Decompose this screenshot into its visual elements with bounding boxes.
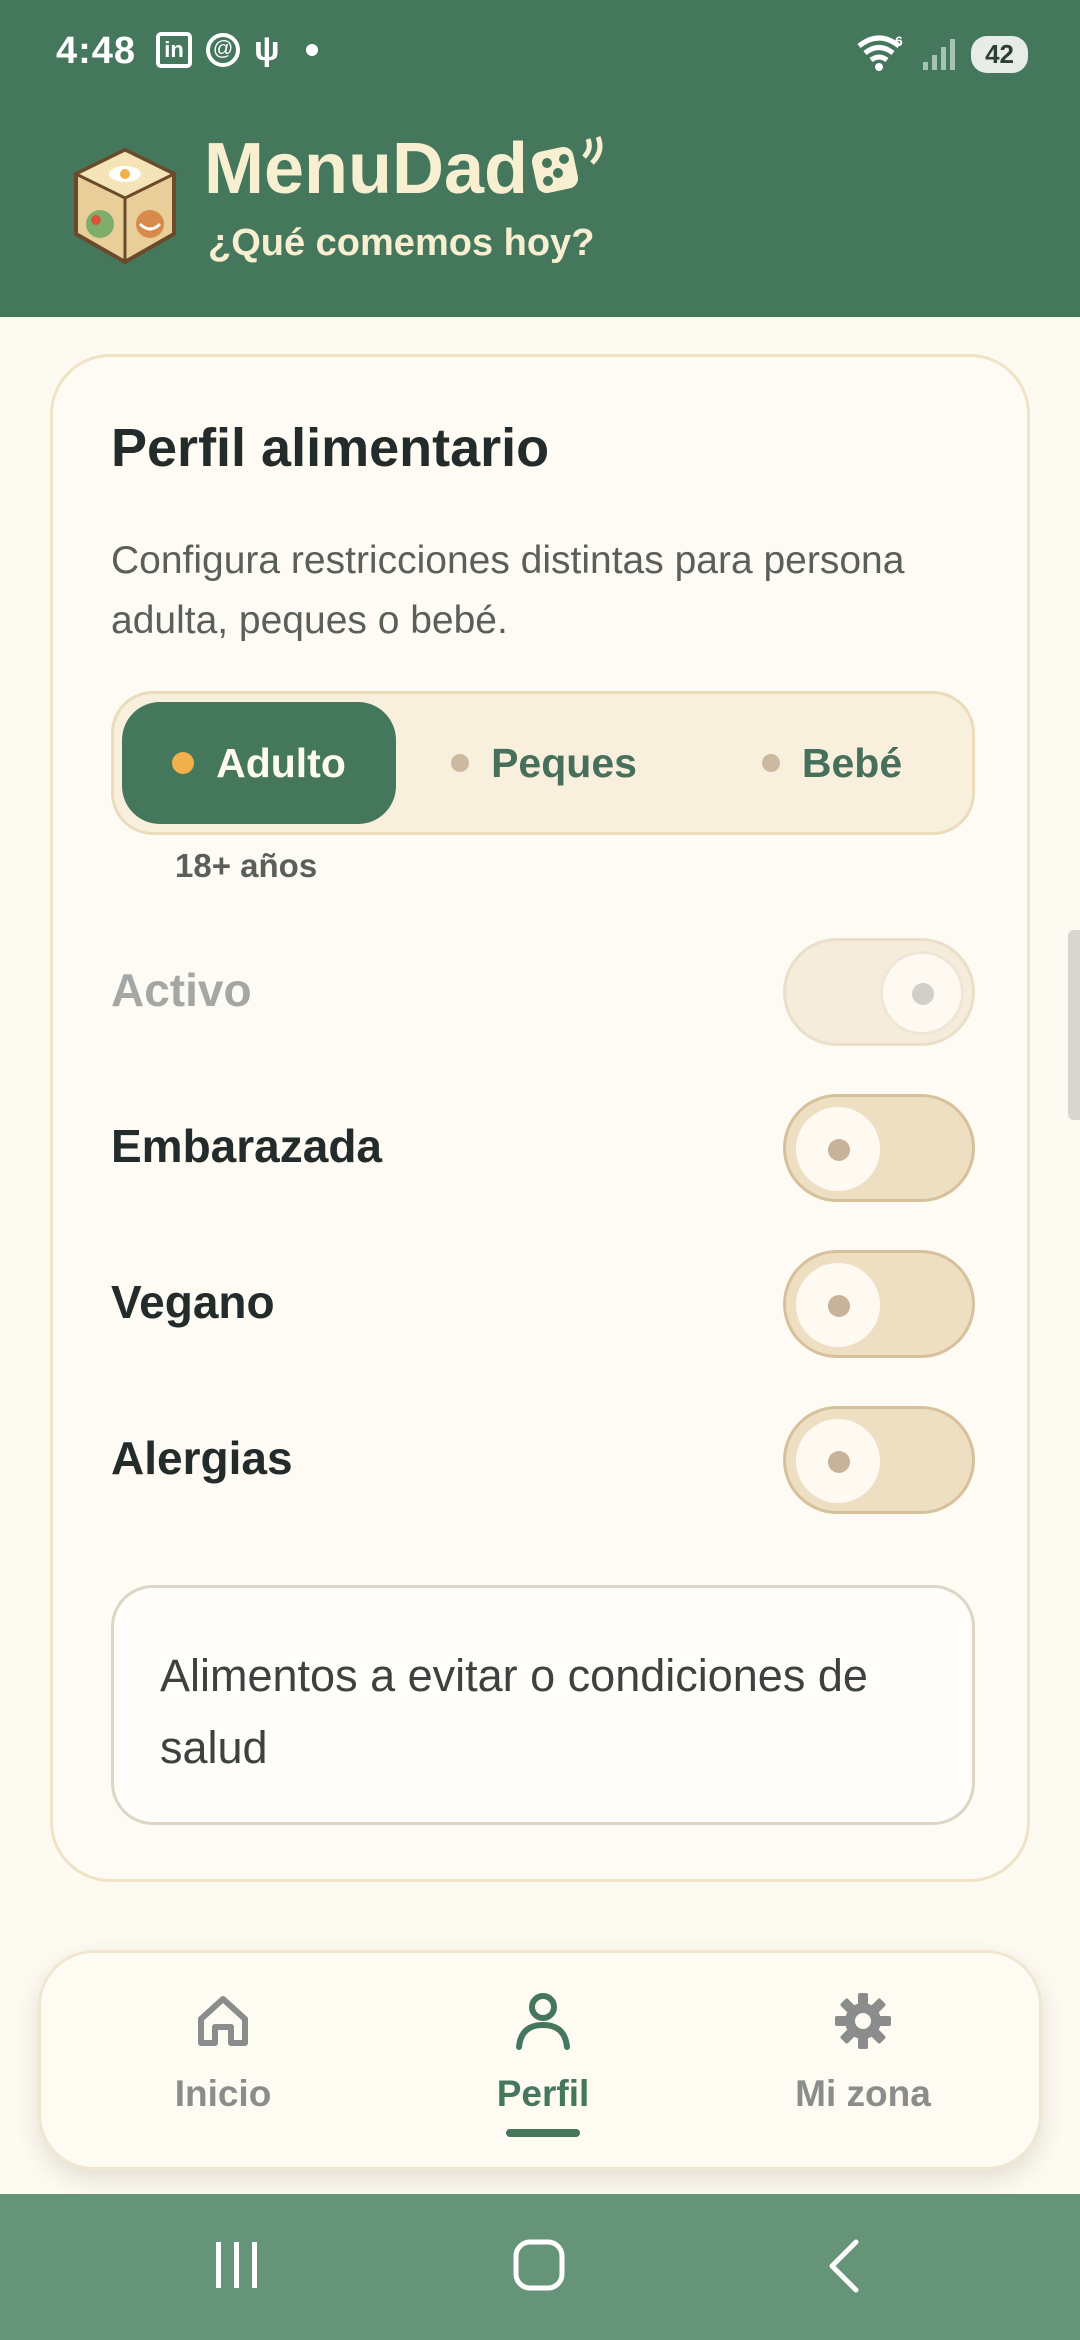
- linkedin-icon: in: [156, 31, 192, 68]
- wifi-icon: 6: [857, 34, 903, 71]
- home-button[interactable]: [512, 2238, 568, 2294]
- toggle-activo[interactable]: [783, 938, 975, 1046]
- dice-title-icon: [531, 136, 603, 194]
- app-title: MenuDad: [204, 128, 612, 210]
- battery-indicator: 42: [971, 35, 1028, 73]
- person-icon: [516, 1993, 570, 2050]
- gear-icon: [835, 1993, 891, 2049]
- back-button[interactable]: [824, 2238, 864, 2294]
- nav-label: Perfil: [496, 2073, 590, 2114]
- option-label-embarazada: Embarazada: [111, 1120, 383, 1172]
- usb-icon: ψ: [254, 30, 280, 68]
- toggle-knob: [880, 951, 964, 1035]
- toggle-embarazada[interactable]: [783, 1094, 975, 1202]
- wifi-badge: 6: [895, 34, 903, 49]
- nav-label: Inicio: [174, 2073, 272, 2114]
- app-header: 4:48 in @ ψ 6 42 MenuDad ¿Qué comemos ho…: [0, 0, 1080, 317]
- toggle-knob: [796, 1263, 880, 1347]
- toggle-knob: [796, 1419, 880, 1503]
- dice-logo-icon: [72, 147, 178, 265]
- toggle-vegano[interactable]: [783, 1250, 975, 1358]
- bottom-nav: Inicio Perfil Mi zona: [38, 1950, 1042, 2170]
- profile-description: Configura restricciones distintas para p…: [111, 539, 905, 642]
- system-navigation-bar: [0, 2194, 1080, 2340]
- option-label-activo: Activo: [111, 964, 252, 1016]
- option-label-vegano: Vegano: [111, 1276, 275, 1328]
- inactive-dot-icon: [761, 754, 780, 772]
- tab-adulto[interactable]: Adulto: [122, 702, 396, 824]
- nav-label: Mi zona: [795, 2073, 931, 2114]
- inactive-dot-icon: [451, 754, 470, 772]
- status-bar: 4:48 in @ ψ 6 42: [0, 0, 1080, 110]
- nav-mi-zona[interactable]: Mi zona: [743, 1991, 983, 2115]
- tab-bebe[interactable]: Bebé: [698, 702, 966, 824]
- active-dot-icon: [172, 752, 195, 774]
- profile-type-selector: Adulto Peques Bebé: [111, 691, 975, 835]
- toggle-knob: [796, 1107, 880, 1191]
- nav-perfil[interactable]: Perfil: [423, 1991, 663, 2137]
- scrollbar[interactable]: [1068, 930, 1080, 1120]
- profile-card: Perfil alimentario Configura restriccion…: [50, 354, 1030, 1882]
- tab-label: Adulto: [216, 739, 346, 786]
- active-indicator: [506, 2129, 580, 2137]
- age-hint: 18+ años: [175, 847, 318, 884]
- threads-icon: @: [206, 32, 240, 67]
- home-icon: [198, 1996, 248, 2046]
- dot-icon: [305, 43, 318, 56]
- page-title: Perfil alimentario: [111, 418, 550, 478]
- tab-label: Bebé: [801, 739, 903, 786]
- toggle-alergias[interactable]: [783, 1406, 975, 1514]
- recents-button[interactable]: [212, 2238, 262, 2292]
- signal-icon: [923, 39, 956, 70]
- tab-label: Peques: [491, 739, 637, 786]
- status-time: 4:48: [56, 30, 137, 72]
- tab-peques[interactable]: Peques: [410, 702, 678, 824]
- option-label-alergias: Alergias: [111, 1432, 293, 1484]
- app-subtitle: ¿Qué comemos hoy?: [208, 222, 595, 264]
- health-conditions-input[interactable]: Alimentos a evitar o condiciones de salu…: [111, 1585, 975, 1825]
- nav-inicio[interactable]: Inicio: [103, 1991, 343, 2115]
